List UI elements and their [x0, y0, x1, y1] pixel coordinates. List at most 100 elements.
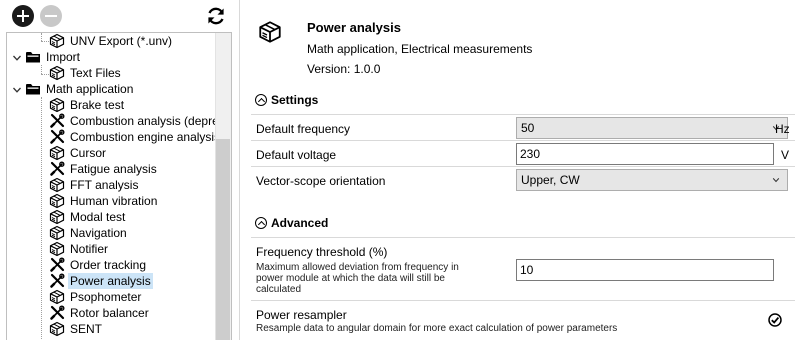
tools-icon	[49, 161, 65, 177]
tools-icon	[49, 113, 65, 129]
package-icon	[49, 225, 65, 241]
package-icon	[49, 145, 65, 161]
tree-item-label: Cursor	[70, 146, 107, 160]
tree-item-label: Psophometer	[70, 290, 142, 304]
tree-connector	[41, 33, 42, 41]
vector-scope-select[interactable]: Upper, CW	[516, 169, 788, 191]
tree-item-label: FFT analysis	[70, 178, 139, 192]
divider	[251, 140, 795, 141]
tree-item[interactable]: Brake test	[49, 97, 231, 113]
tree-item[interactable]: Fatigue analysis	[49, 161, 231, 177]
plus-circle-icon[interactable]	[12, 5, 34, 27]
package-icon	[49, 177, 65, 193]
tools-icon	[49, 129, 65, 145]
tree-item[interactable]: Combustion analysis (deprecat	[49, 113, 232, 129]
package-icon	[49, 209, 65, 225]
default-frequency-select[interactable]: 50	[516, 117, 788, 139]
package-icon	[49, 321, 65, 337]
vector-scope-label: Vector-scope orientation	[256, 174, 386, 188]
package-icon	[49, 65, 65, 81]
chevron-up-circle-icon	[255, 94, 267, 106]
divider	[251, 300, 795, 301]
minus-circle-icon[interactable]	[40, 5, 62, 27]
tree-item[interactable]: Rotor balancer	[49, 305, 231, 321]
tree-item[interactable]: UNV Export (*.unv)	[49, 33, 231, 49]
tree-scrollbar[interactable]	[215, 33, 231, 340]
tree-connector	[41, 41, 49, 42]
package-icon	[258, 20, 282, 44]
tree-item[interactable]: Order tracking	[49, 257, 231, 273]
tree-item[interactable]: Psophometer	[49, 289, 231, 305]
tree-item-label: Power analysis	[68, 273, 153, 289]
advanced-section-header[interactable]: Advanced	[255, 216, 328, 230]
divider	[251, 237, 795, 238]
package-icon	[49, 33, 65, 49]
tools-icon	[49, 273, 65, 289]
divider	[251, 166, 795, 167]
tree-connector	[41, 65, 42, 74]
refresh-icon[interactable]	[205, 5, 227, 27]
tree-item-label: SENT	[70, 322, 103, 336]
chevron-down-icon[interactable]	[12, 53, 22, 63]
tree-item-label: Notifier	[70, 242, 109, 256]
chevron-down-icon	[771, 176, 781, 184]
tree-item[interactable]: Math application	[25, 81, 231, 97]
frequency-threshold-input[interactable]: 10	[516, 259, 774, 281]
tree-connector	[41, 74, 49, 75]
tree-item-label: Fatigue analysis	[70, 162, 157, 176]
settings-section-title: Settings	[271, 93, 319, 107]
tree-item[interactable]: Power analysis	[49, 273, 231, 289]
description-line: calculated	[256, 284, 302, 295]
package-icon	[49, 193, 65, 209]
default-voltage-input[interactable]: 230	[516, 143, 774, 165]
tree-item-label: Order tracking	[70, 258, 147, 272]
tree-item-label: Combustion engine analysis	[70, 130, 221, 144]
default-frequency-label: Default frequency	[256, 122, 351, 136]
tree-item-label: UNV Export (*.unv)	[70, 34, 173, 48]
chevron-up-circle-icon	[255, 217, 267, 229]
package-icon	[49, 97, 65, 113]
divider	[251, 114, 795, 115]
tree-item[interactable]: Text Files	[49, 65, 231, 81]
vector-scope-value: Upper, CW	[521, 173, 580, 187]
tree-scrollbar-thumb[interactable]	[216, 139, 230, 340]
chevron-down-icon[interactable]	[12, 85, 22, 95]
navigator-panel: UNV Export (*.unv) Import Text Files Math a…	[0, 0, 240, 340]
default-voltage-label: Default voltage	[256, 148, 337, 162]
tree-item[interactable]: Import	[25, 49, 231, 65]
power-resampler-label: Power resampler	[256, 308, 347, 322]
tree-item[interactable]: Navigation	[49, 225, 231, 241]
tree-item[interactable]: FFT analysis	[49, 177, 231, 193]
checkmark-icon[interactable]	[768, 313, 782, 327]
package-icon	[49, 241, 65, 257]
tree-item-label: Text Files	[70, 66, 121, 80]
tree-item[interactable]: Modal test	[49, 209, 231, 225]
tree-item-label: Import	[46, 50, 81, 64]
version-label: Version: 1.0.0	[307, 62, 381, 76]
tree-item[interactable]: Cursor	[49, 145, 231, 161]
frequency-threshold-label: Frequency threshold (%)	[256, 245, 388, 259]
tree-item-label: Navigation	[70, 226, 127, 240]
tree-connector	[41, 97, 42, 340]
default-frequency-value: 50	[521, 121, 535, 135]
settings-section-header[interactable]: Settings	[255, 93, 318, 107]
power-resampler-description: Resample data to angular domain for more…	[256, 323, 618, 334]
tree-item[interactable]: Combustion engine analysis	[49, 129, 231, 145]
navigator-toolbar	[0, 0, 240, 32]
description-line: power module at which the data will stil…	[256, 273, 445, 284]
tree-item-label: Math application	[46, 82, 134, 96]
page-subtitle: Math application, Electrical measurement…	[307, 42, 533, 56]
folder-icon	[25, 81, 41, 97]
tree-item[interactable]: SENT	[49, 321, 231, 337]
advanced-section-title: Advanced	[271, 216, 329, 230]
tools-icon	[49, 305, 65, 321]
voltage-unit: V	[781, 148, 790, 162]
page-title: Power analysis	[307, 20, 401, 35]
tree-item[interactable]: Notifier	[49, 241, 231, 257]
application-tree[interactable]: UNV Export (*.unv) Import Text Files Math a…	[6, 32, 232, 340]
frequency-threshold-description: Maximum allowed deviation from frequency…	[256, 262, 459, 295]
tree-item[interactable]: Human vibration	[49, 193, 231, 209]
tree-item-label: Brake test	[70, 98, 125, 112]
tree-item-label: Combustion analysis (deprecat	[70, 114, 232, 128]
package-icon	[49, 289, 65, 305]
